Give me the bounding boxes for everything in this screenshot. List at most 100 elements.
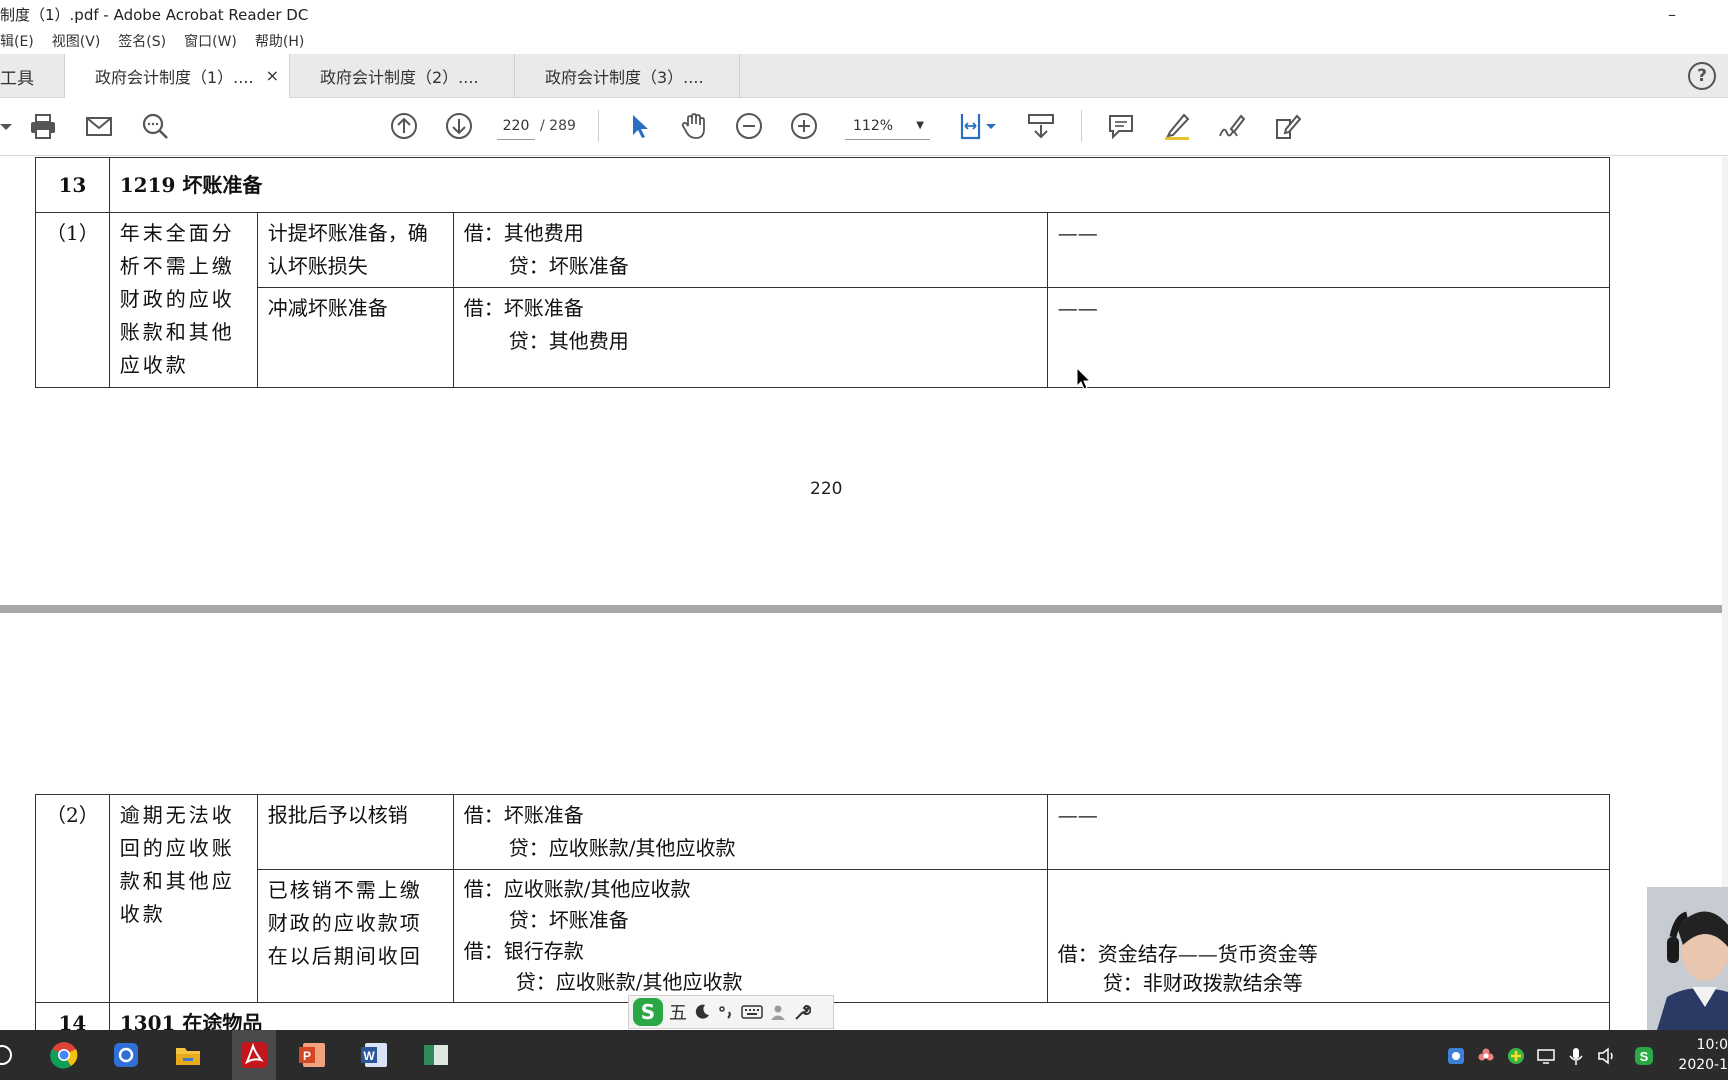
volume-icon[interactable]	[1596, 1046, 1616, 1066]
sogou-logo-icon: S	[633, 998, 663, 1026]
tab-doc-2-label: 政府会计制度（2）....	[320, 68, 479, 87]
toolbar-divider	[598, 110, 599, 142]
user-icon[interactable]	[769, 1003, 787, 1021]
tab-doc-3[interactable]: 政府会计制度（3）....	[515, 54, 740, 98]
zoom-level-select[interactable]: 112% ▼	[845, 112, 930, 140]
app-blue-icon	[114, 1043, 138, 1067]
highlight-pen-icon[interactable]	[1160, 109, 1194, 143]
email-icon[interactable]	[82, 109, 116, 143]
clock-date: 2020-1	[1678, 1057, 1728, 1073]
credit-line: 贷：应收账款/其他应收款	[515, 970, 743, 994]
wrench-icon[interactable]	[793, 1003, 811, 1021]
taskbar-file-explorer[interactable]	[170, 1038, 206, 1072]
item-description: 年末全面分析不需上缴财政的应收账款和其他应收款	[108, 212, 258, 388]
taskbar-chrome[interactable]	[46, 1038, 82, 1072]
budget-credit-line: 贷：非财政拨款结余等	[1102, 971, 1303, 995]
toolbar: 220 / 289 112% ▼	[0, 98, 1728, 156]
powerpoint-icon: P	[299, 1043, 325, 1067]
acrobat-icon	[241, 1042, 267, 1068]
zoom-caret-icon: ▼	[916, 120, 924, 131]
close-icon[interactable]: ×	[266, 66, 279, 85]
zoom-in-icon[interactable]	[787, 109, 821, 143]
fit-dropdown-icon[interactable]	[983, 109, 999, 143]
network-app-icon[interactable]	[1446, 1046, 1466, 1066]
punctuation-icon[interactable]	[717, 1003, 735, 1021]
debit-line: 借：应收账款/其他应收款	[463, 877, 691, 901]
menu-help[interactable]: 帮助(H)	[255, 31, 304, 51]
menu-view[interactable]: 视图(V)	[52, 31, 101, 51]
search-icon[interactable]	[138, 109, 172, 143]
previous-page-icon[interactable]	[387, 109, 421, 143]
moon-icon[interactable]	[693, 1003, 711, 1021]
section-title: 1219 坏账准备	[108, 157, 1610, 213]
app-window-icon	[424, 1045, 448, 1065]
chevron-down-icon[interactable]	[0, 109, 24, 143]
keyboard-icon[interactable]	[741, 1003, 763, 1021]
menu-sign[interactable]: 签名(S)	[118, 31, 166, 51]
tab-tools-label: 工具	[0, 68, 34, 89]
ime-toolbar[interactable]: S 五	[628, 995, 834, 1029]
word-icon: W	[361, 1043, 387, 1067]
document-viewport[interactable]: 13 1219 坏账准备 （1） 年末全面分析不需上缴财政的应收账款和其他应收款…	[0, 157, 1728, 1030]
tab-doc-2[interactable]: 政府会计制度（2）....	[290, 54, 515, 98]
taskbar-acrobat[interactable]	[232, 1030, 276, 1080]
budget-debit-line: 借：资金结存——货币资金等	[1057, 942, 1318, 966]
webcam-overlay	[1647, 887, 1728, 1030]
system-clock[interactable]: 10:0 2020-1	[1668, 1035, 1728, 1075]
scroll-mode-icon[interactable]	[1024, 109, 1058, 143]
title-bar: 制度（1）.pdf - Adobe Acrobat Reader DC –	[0, 0, 1728, 28]
page-number-input[interactable]: 220	[497, 112, 535, 140]
toolbar-divider	[1081, 110, 1082, 142]
taskbar-app-blue[interactable]	[108, 1038, 144, 1072]
flower-icon[interactable]	[1476, 1046, 1496, 1066]
clock-time: 10:0	[1696, 1037, 1728, 1053]
menu-edit[interactable]: 辑(E)	[0, 31, 34, 51]
microphone-icon[interactable]	[1566, 1046, 1586, 1066]
signature-icon[interactable]	[1215, 109, 1249, 143]
credit-line: 贷：其他费用	[508, 329, 629, 353]
comment-icon[interactable]	[1104, 109, 1138, 143]
presenter-avatar	[1647, 887, 1728, 1030]
tab-doc-1[interactable]: 政府会计制度（1）.... ×	[65, 54, 290, 98]
svg-text:W: W	[363, 1049, 375, 1063]
item-number: （2）	[35, 794, 110, 1003]
minimize-button[interactable]: –	[1668, 0, 1676, 28]
display-icon[interactable]	[1536, 1046, 1556, 1066]
table-cell-action: 已核销不需上缴财政的应收款项在以后期间收回	[256, 869, 454, 1003]
item-number: （1）	[35, 212, 110, 388]
mouse-cursor-icon	[1076, 367, 1092, 390]
section-title: 1301 在途物品	[108, 1002, 1610, 1030]
debit-line: 借：坏账准备	[463, 296, 584, 320]
tab-tools[interactable]: 工具	[0, 54, 65, 98]
debit-line: 借：银行存款	[463, 939, 584, 963]
taskbar-word[interactable]: W	[356, 1038, 392, 1072]
menu-window[interactable]: 窗口(W)	[184, 31, 237, 51]
hand-tool-icon[interactable]	[677, 109, 711, 143]
sogou-tray-icon[interactable]: S	[1634, 1046, 1654, 1066]
select-cursor-icon[interactable]	[622, 109, 656, 143]
tab-doc-3-label: 政府会计制度（3）....	[545, 68, 704, 87]
table-cell-action: 报批后予以核销	[256, 794, 454, 870]
table-cell-action: 冲减坏账准备	[256, 287, 454, 388]
table-cell-entry: 借：坏账准备 贷：应收账款/其他应收款	[452, 794, 1048, 870]
table-cell-budget: ——	[1046, 794, 1610, 870]
fill-sign-icon[interactable]	[1270, 109, 1304, 143]
help-icon[interactable]: ?	[1688, 62, 1716, 90]
next-page-icon[interactable]	[442, 109, 476, 143]
table-cell-budget: ——	[1046, 287, 1610, 388]
print-icon[interactable]	[26, 109, 60, 143]
credit-line: 贷：应收账款/其他应收款	[508, 836, 736, 860]
add-circle-icon[interactable]	[1506, 1046, 1526, 1066]
taskbar-app-green[interactable]	[418, 1038, 454, 1072]
item-description: 逾期无法收回的应收账款和其他应收款	[108, 794, 258, 1003]
table-cell-budget: 借：资金结存——货币资金等 贷：非财政拨款结余等	[1046, 869, 1610, 1003]
search-icon[interactable]	[0, 1043, 14, 1067]
taskbar-powerpoint[interactable]: P	[294, 1038, 330, 1072]
table-cell-action: 计提坏账准备，确认坏账损失	[256, 212, 454, 288]
ime-mode[interactable]: 五	[669, 999, 687, 1025]
tab-doc-1-label: 政府会计制度（1）....	[95, 67, 254, 87]
table-cell-entry: 借：坏账准备 贷：其他费用	[452, 287, 1048, 388]
zoom-out-icon[interactable]	[732, 109, 766, 143]
window-title: 制度（1）.pdf - Adobe Acrobat Reader DC	[0, 5, 309, 24]
page-separator	[0, 605, 1722, 613]
